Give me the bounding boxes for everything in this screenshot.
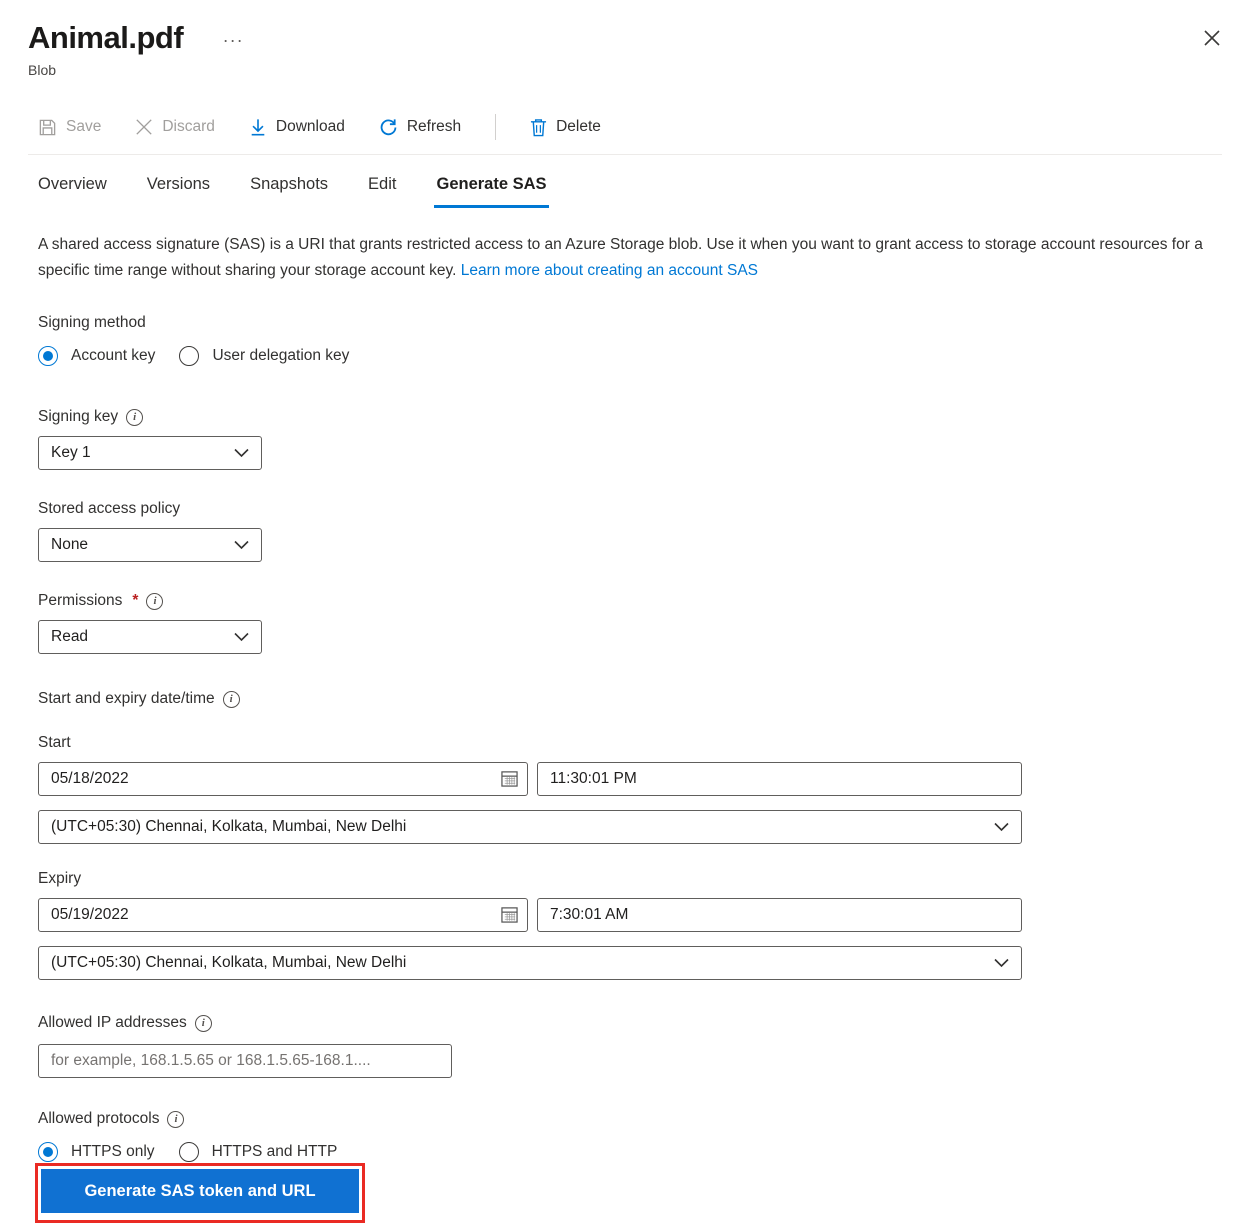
tab-overview[interactable]: Overview: [38, 175, 107, 208]
close-button[interactable]: [1202, 28, 1222, 48]
tab-edit[interactable]: Edit: [368, 175, 396, 208]
discard-label: Discard: [162, 118, 215, 136]
info-circle-icon[interactable]: i: [223, 691, 240, 708]
trash-icon: [530, 118, 547, 137]
save-label: Save: [66, 118, 101, 136]
signing-key-dropdown[interactable]: Key 1: [38, 436, 262, 470]
x-icon: [135, 118, 153, 136]
permissions-value: Read: [51, 628, 88, 646]
sas-description: A shared access signature (SAS) is a URI…: [38, 232, 1224, 284]
chevron-down-icon: [994, 822, 1009, 832]
save-button[interactable]: Save: [38, 118, 101, 137]
expiry-time-input[interactable]: [537, 898, 1022, 932]
start-expiry-label-row: Start and expiry date/time i: [38, 690, 1222, 708]
refresh-button[interactable]: Refresh: [379, 118, 461, 137]
close-icon: [1202, 28, 1222, 48]
radio-user-delegation-label: User delegation key: [212, 347, 349, 365]
signing-key-label: Signing key: [38, 408, 118, 426]
info-circle-icon[interactable]: i: [167, 1111, 184, 1128]
expiry-date-wrap: [38, 898, 528, 932]
required-asterisk: *: [132, 592, 138, 610]
delete-label: Delete: [556, 118, 601, 136]
chevron-down-icon: [994, 958, 1009, 968]
download-button[interactable]: Download: [249, 118, 345, 137]
blob-sas-pane: Animal.pdf ... Blob Save Discard: [0, 0, 1258, 1162]
info-circle-icon[interactable]: i: [146, 593, 163, 610]
radio-https-and-http[interactable]: HTTPS and HTTP: [179, 1142, 338, 1162]
discard-button[interactable]: Discard: [135, 118, 215, 136]
toolbar-divider: [28, 154, 1222, 155]
expiry-timezone-dropdown[interactable]: (UTC+05:30) Chennai, Kolkata, Mumbai, Ne…: [38, 946, 1022, 980]
allowed-ip-label-row: Allowed IP addresses i: [38, 1014, 1222, 1032]
allowed-protocols-label: Allowed protocols: [38, 1110, 159, 1128]
chevron-down-icon: [234, 448, 249, 458]
start-datetime-row: [38, 762, 1222, 796]
stored-access-policy-dropdown[interactable]: None: [38, 528, 262, 562]
expiry-timezone-value: (UTC+05:30) Chennai, Kolkata, Mumbai, Ne…: [51, 954, 406, 972]
signing-method-label: Signing method: [38, 314, 1222, 332]
toolbar-separator: [495, 114, 496, 140]
calendar-icon[interactable]: [501, 770, 518, 787]
chevron-down-icon: [234, 632, 249, 642]
generate-sas-button[interactable]: Generate SAS token and URL: [41, 1169, 359, 1213]
tab-bar: Overview Versions Snapshots Edit Generat…: [28, 175, 1222, 208]
radio-account-key-label: Account key: [71, 347, 155, 365]
start-timezone-dropdown[interactable]: (UTC+05:30) Chennai, Kolkata, Mumbai, Ne…: [38, 810, 1022, 844]
page-title: Animal.pdf: [28, 20, 183, 56]
floppy-disk-icon: [38, 118, 57, 137]
allowed-protocols-group: HTTPS only HTTPS and HTTP: [38, 1142, 1222, 1162]
signing-key-label-row: Signing key i: [38, 408, 1222, 426]
delete-button[interactable]: Delete: [530, 118, 601, 137]
stored-access-policy-value: None: [51, 536, 88, 554]
signing-key-value: Key 1: [51, 444, 91, 462]
stored-access-policy-label: Stored access policy: [38, 500, 1222, 518]
tab-versions[interactable]: Versions: [147, 175, 210, 208]
chevron-down-icon: [234, 540, 249, 550]
radio-selected-icon: [38, 1142, 58, 1162]
radio-https-only-label: HTTPS only: [71, 1143, 155, 1161]
download-label: Download: [276, 118, 345, 136]
tab-generate-sas[interactable]: Generate SAS: [436, 175, 546, 208]
calendar-icon[interactable]: [501, 906, 518, 923]
radio-unselected-icon: [179, 1142, 199, 1162]
allowed-ip-input[interactable]: [38, 1044, 452, 1078]
learn-more-link[interactable]: Learn more about creating an account SAS: [461, 262, 758, 279]
radio-account-key[interactable]: Account key: [38, 346, 155, 366]
start-timezone-value: (UTC+05:30) Chennai, Kolkata, Mumbai, Ne…: [51, 818, 406, 836]
sas-form: Signing method Account key User delegati…: [28, 314, 1222, 1162]
circular-arrow-icon: [379, 118, 398, 137]
permissions-label-row: Permissions * i: [38, 592, 1222, 610]
refresh-label: Refresh: [407, 118, 461, 136]
start-date-wrap: [38, 762, 528, 796]
info-circle-icon[interactable]: i: [126, 409, 143, 426]
radio-selected-icon: [38, 346, 58, 366]
download-arrow-icon: [249, 118, 267, 137]
radio-user-delegation-key[interactable]: User delegation key: [179, 346, 349, 366]
start-expiry-label: Start and expiry date/time: [38, 690, 215, 708]
start-time-input[interactable]: [537, 762, 1022, 796]
more-options-button[interactable]: ...: [223, 26, 244, 47]
ellipsis-icon: ...: [223, 26, 244, 46]
radio-unselected-icon: [179, 346, 199, 366]
expiry-datetime-row: [38, 898, 1222, 932]
allowed-protocols-label-row: Allowed protocols i: [38, 1110, 1222, 1128]
signing-method-group: Account key User delegation key: [38, 346, 1222, 366]
resource-type-label: Blob: [28, 62, 1222, 78]
radio-https-and-http-label: HTTPS and HTTP: [212, 1143, 338, 1161]
expiry-date-input[interactable]: [38, 898, 528, 932]
annotation-highlight: Generate SAS token and URL: [35, 1163, 365, 1223]
command-bar: Save Discard Download Refresh Delete: [28, 108, 1222, 146]
allowed-ip-label: Allowed IP addresses: [38, 1014, 187, 1032]
header: Animal.pdf ...: [28, 20, 1222, 56]
info-circle-icon[interactable]: i: [195, 1015, 212, 1032]
tab-snapshots[interactable]: Snapshots: [250, 175, 328, 208]
permissions-dropdown[interactable]: Read: [38, 620, 262, 654]
start-date-input[interactable]: [38, 762, 528, 796]
start-label: Start: [38, 734, 1222, 752]
expiry-label: Expiry: [38, 870, 1222, 888]
permissions-label: Permissions: [38, 592, 122, 610]
radio-https-only[interactable]: HTTPS only: [38, 1142, 155, 1162]
